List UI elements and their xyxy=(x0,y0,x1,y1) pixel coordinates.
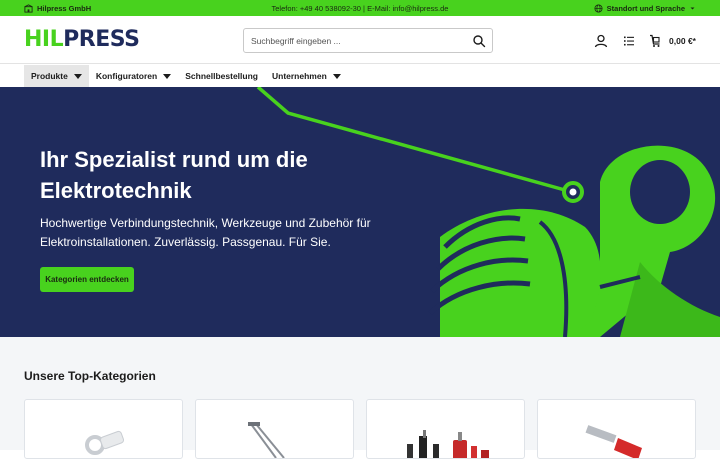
discover-categories-button[interactable]: Kategorien entdecken xyxy=(40,267,134,292)
main-navigation: Produkte Konfiguratoren Schnellbestellun… xyxy=(0,65,720,87)
tool-image xyxy=(248,422,285,458)
logo[interactable]: HIL PRESS xyxy=(24,27,140,52)
header-actions: 0,00 €* xyxy=(581,32,696,49)
globe-icon xyxy=(594,3,603,13)
category-card-tools[interactable] xyxy=(195,399,354,459)
nav-item-konfiguratoren[interactable]: Konfiguratoren xyxy=(89,65,178,87)
site-header: HILPRESS 0,00 €* xyxy=(0,16,720,64)
insulator-image xyxy=(407,430,489,458)
hero-subtitle: Hochwertige Verbindungstechnik, Werkzeug… xyxy=(40,216,371,249)
nav-item-label: Schnellbestellung xyxy=(185,71,258,81)
category-card-insulators[interactable] xyxy=(366,399,525,459)
section-title: Unsere Top-Kategorien xyxy=(24,369,156,383)
search-input[interactable] xyxy=(244,29,464,52)
user-icon[interactable] xyxy=(593,33,609,49)
hero-illustration xyxy=(256,87,720,337)
logo-part-hil: HIL xyxy=(24,27,64,52)
ferrule-image xyxy=(585,425,642,458)
cart-button[interactable]: 0,00 €* xyxy=(649,34,696,48)
cart-icon xyxy=(650,34,660,47)
category-card-wire-ferrules[interactable] xyxy=(537,399,696,459)
nav-item-label: Produkte xyxy=(31,71,68,81)
nav-item-produkte[interactable]: Produkte xyxy=(24,65,89,87)
caret-down-icon xyxy=(73,73,82,79)
ring-terminal-image xyxy=(85,430,125,455)
hero-banner: Ihr Spezialist rund um die Elektrotechni… xyxy=(0,87,720,337)
caret-down-icon xyxy=(332,73,341,79)
logo-part-press: PRESS xyxy=(63,27,140,52)
category-card-ring-terminals[interactable] xyxy=(24,399,183,459)
hero-title: Ihr Spezialist rund um die Elektrotechni… xyxy=(40,147,308,203)
chevron-down-icon xyxy=(690,7,695,9)
nav-item-label: Unternehmen xyxy=(271,71,327,81)
nav-item-label: Konfiguratoren xyxy=(95,71,158,81)
nav-item-schnellbestellung[interactable]: Schnellbestellung xyxy=(178,65,265,87)
nav-item-unternehmen[interactable]: Unternehmen xyxy=(265,65,348,87)
locale-label: Standort und Sprache xyxy=(606,3,685,13)
top-info-bar: Hilpress GmbH Telefon: +49 40 538092-30 … xyxy=(0,0,720,16)
list-icon[interactable] xyxy=(621,33,637,49)
search-icon[interactable] xyxy=(472,34,486,48)
top-categories-section: Unsere Top-Kategorien xyxy=(0,337,720,459)
locale-selector[interactable]: Standort und Sprache xyxy=(594,0,696,16)
caret-down-icon xyxy=(163,73,172,79)
cart-total: 0,00 €* xyxy=(669,35,696,46)
search-box xyxy=(243,28,493,53)
